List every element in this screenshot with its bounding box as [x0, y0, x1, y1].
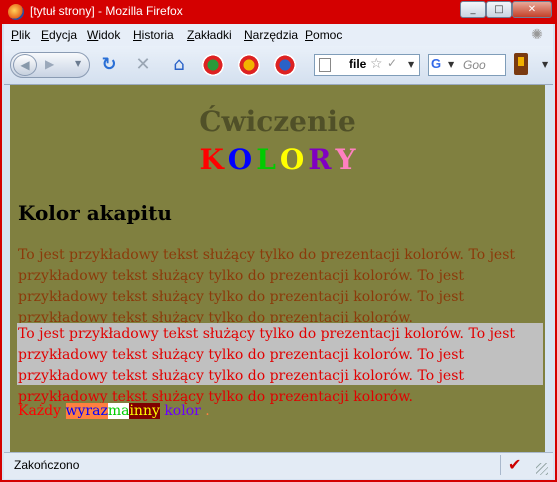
menu-narzędzia[interactable]: Narzędzia: [244, 28, 298, 42]
history-dropdown-button[interactable]: ▼: [75, 59, 81, 68]
forward-button[interactable]: ▶: [45, 57, 54, 71]
maximize-button[interactable]: □: [486, 1, 512, 18]
status-separator: [500, 455, 501, 475]
kolory-heading: KOLORY: [10, 143, 545, 176]
colored-word: .: [205, 403, 210, 419]
loading-throbber-icon: ✺: [531, 27, 543, 43]
bookmark-book-icon[interactable]: [514, 53, 528, 75]
kolory-letter: Y: [335, 143, 356, 176]
navigation-toolbar: ◀ ▶ ▼ ↻ ✕ ⌂ file ☆ ✓ ▼ G ▼ Goo ▼: [4, 46, 553, 85]
colored-word: Każdy: [18, 403, 62, 419]
colored-word: inny: [129, 403, 160, 419]
kolory-letter: O: [227, 143, 253, 176]
menu-bar: Plik Edycja Widok Historia Zakładki Narzędzia…: [4, 24, 553, 46]
menu-widok[interactable]: Widok: [87, 28, 120, 42]
paragraph-gray-bg: To jest przykładowy tekst służący tylko …: [17, 323, 543, 405]
address-dropdown-button[interactable]: ▼: [408, 60, 414, 69]
address-bar[interactable]: file ☆ ✓ ▼: [314, 54, 420, 76]
page-title: Ćwiczenie: [199, 105, 356, 138]
menu-historia[interactable]: Historia: [133, 28, 174, 42]
search-bar[interactable]: G ▼ Goo: [428, 54, 506, 76]
status-text: Zakończono: [14, 458, 80, 472]
page-content: Ćwiczenie KOLORY Kolor akapitu To jest p…: [10, 85, 545, 452]
colored-words-line: Każdy wyrazmainny kolor .: [18, 401, 210, 421]
minimize-button[interactable]: _: [460, 1, 486, 18]
google-icon[interactable]: G: [431, 56, 447, 74]
page-icon: [319, 58, 331, 72]
menu-edycja[interactable]: Edycja: [41, 28, 77, 42]
close-button[interactable]: ✕: [512, 1, 552, 18]
menu-plik[interactable]: Plik: [11, 28, 30, 42]
resize-grip[interactable]: [536, 463, 548, 475]
address-text: file: [349, 57, 367, 71]
kolory-letter: L: [256, 143, 276, 176]
bookmark-star-icon[interactable]: ☆: [370, 56, 383, 72]
reload-icon[interactable]: ↻: [98, 54, 120, 76]
go-icon[interactable]: ✓: [387, 56, 397, 70]
menu-pomoc[interactable]: Pomoc: [305, 28, 342, 42]
addon-green-icon[interactable]: [202, 54, 224, 76]
colored-word: wyraz: [65, 403, 108, 419]
search-input[interactable]: Goo: [463, 58, 486, 72]
home-icon[interactable]: ⌂: [168, 54, 190, 76]
menu-zakładki[interactable]: Zakładki: [187, 28, 232, 42]
browser-window: [tytuł strony] - Mozilla Firefox _ □ ✕ P…: [0, 0, 557, 482]
validator-check-icon[interactable]: ✔: [508, 455, 521, 474]
colored-word: ma: [107, 403, 130, 419]
colored-word: kolor: [164, 403, 201, 419]
status-bar: Zakończono ✔: [4, 452, 553, 479]
section-heading: Kolor akapitu: [18, 201, 172, 225]
paragraph-brown: To jest przykładowy tekst służący tylko …: [18, 247, 516, 326]
window-title: [tytuł strony] - Mozilla Firefox: [30, 4, 183, 18]
stop-icon[interactable]: ✕: [132, 54, 154, 76]
addon-yellow-icon[interactable]: [238, 54, 260, 76]
kolory-letter: K: [199, 143, 224, 176]
kolory-letter: R: [308, 143, 332, 176]
back-button[interactable]: ◀: [13, 54, 37, 76]
search-engine-dropdown[interactable]: ▼: [448, 60, 454, 69]
back-forward-group: ◀ ▶ ▼: [10, 52, 90, 78]
addon-blue-icon[interactable]: [274, 54, 296, 76]
kolory-letter: O: [279, 143, 305, 176]
firefox-logo-icon: [8, 4, 24, 20]
title-bar[interactable]: [tytuł strony] - Mozilla Firefox _ □ ✕: [2, 0, 555, 24]
toolbar-overflow-button[interactable]: ▼: [542, 60, 548, 69]
